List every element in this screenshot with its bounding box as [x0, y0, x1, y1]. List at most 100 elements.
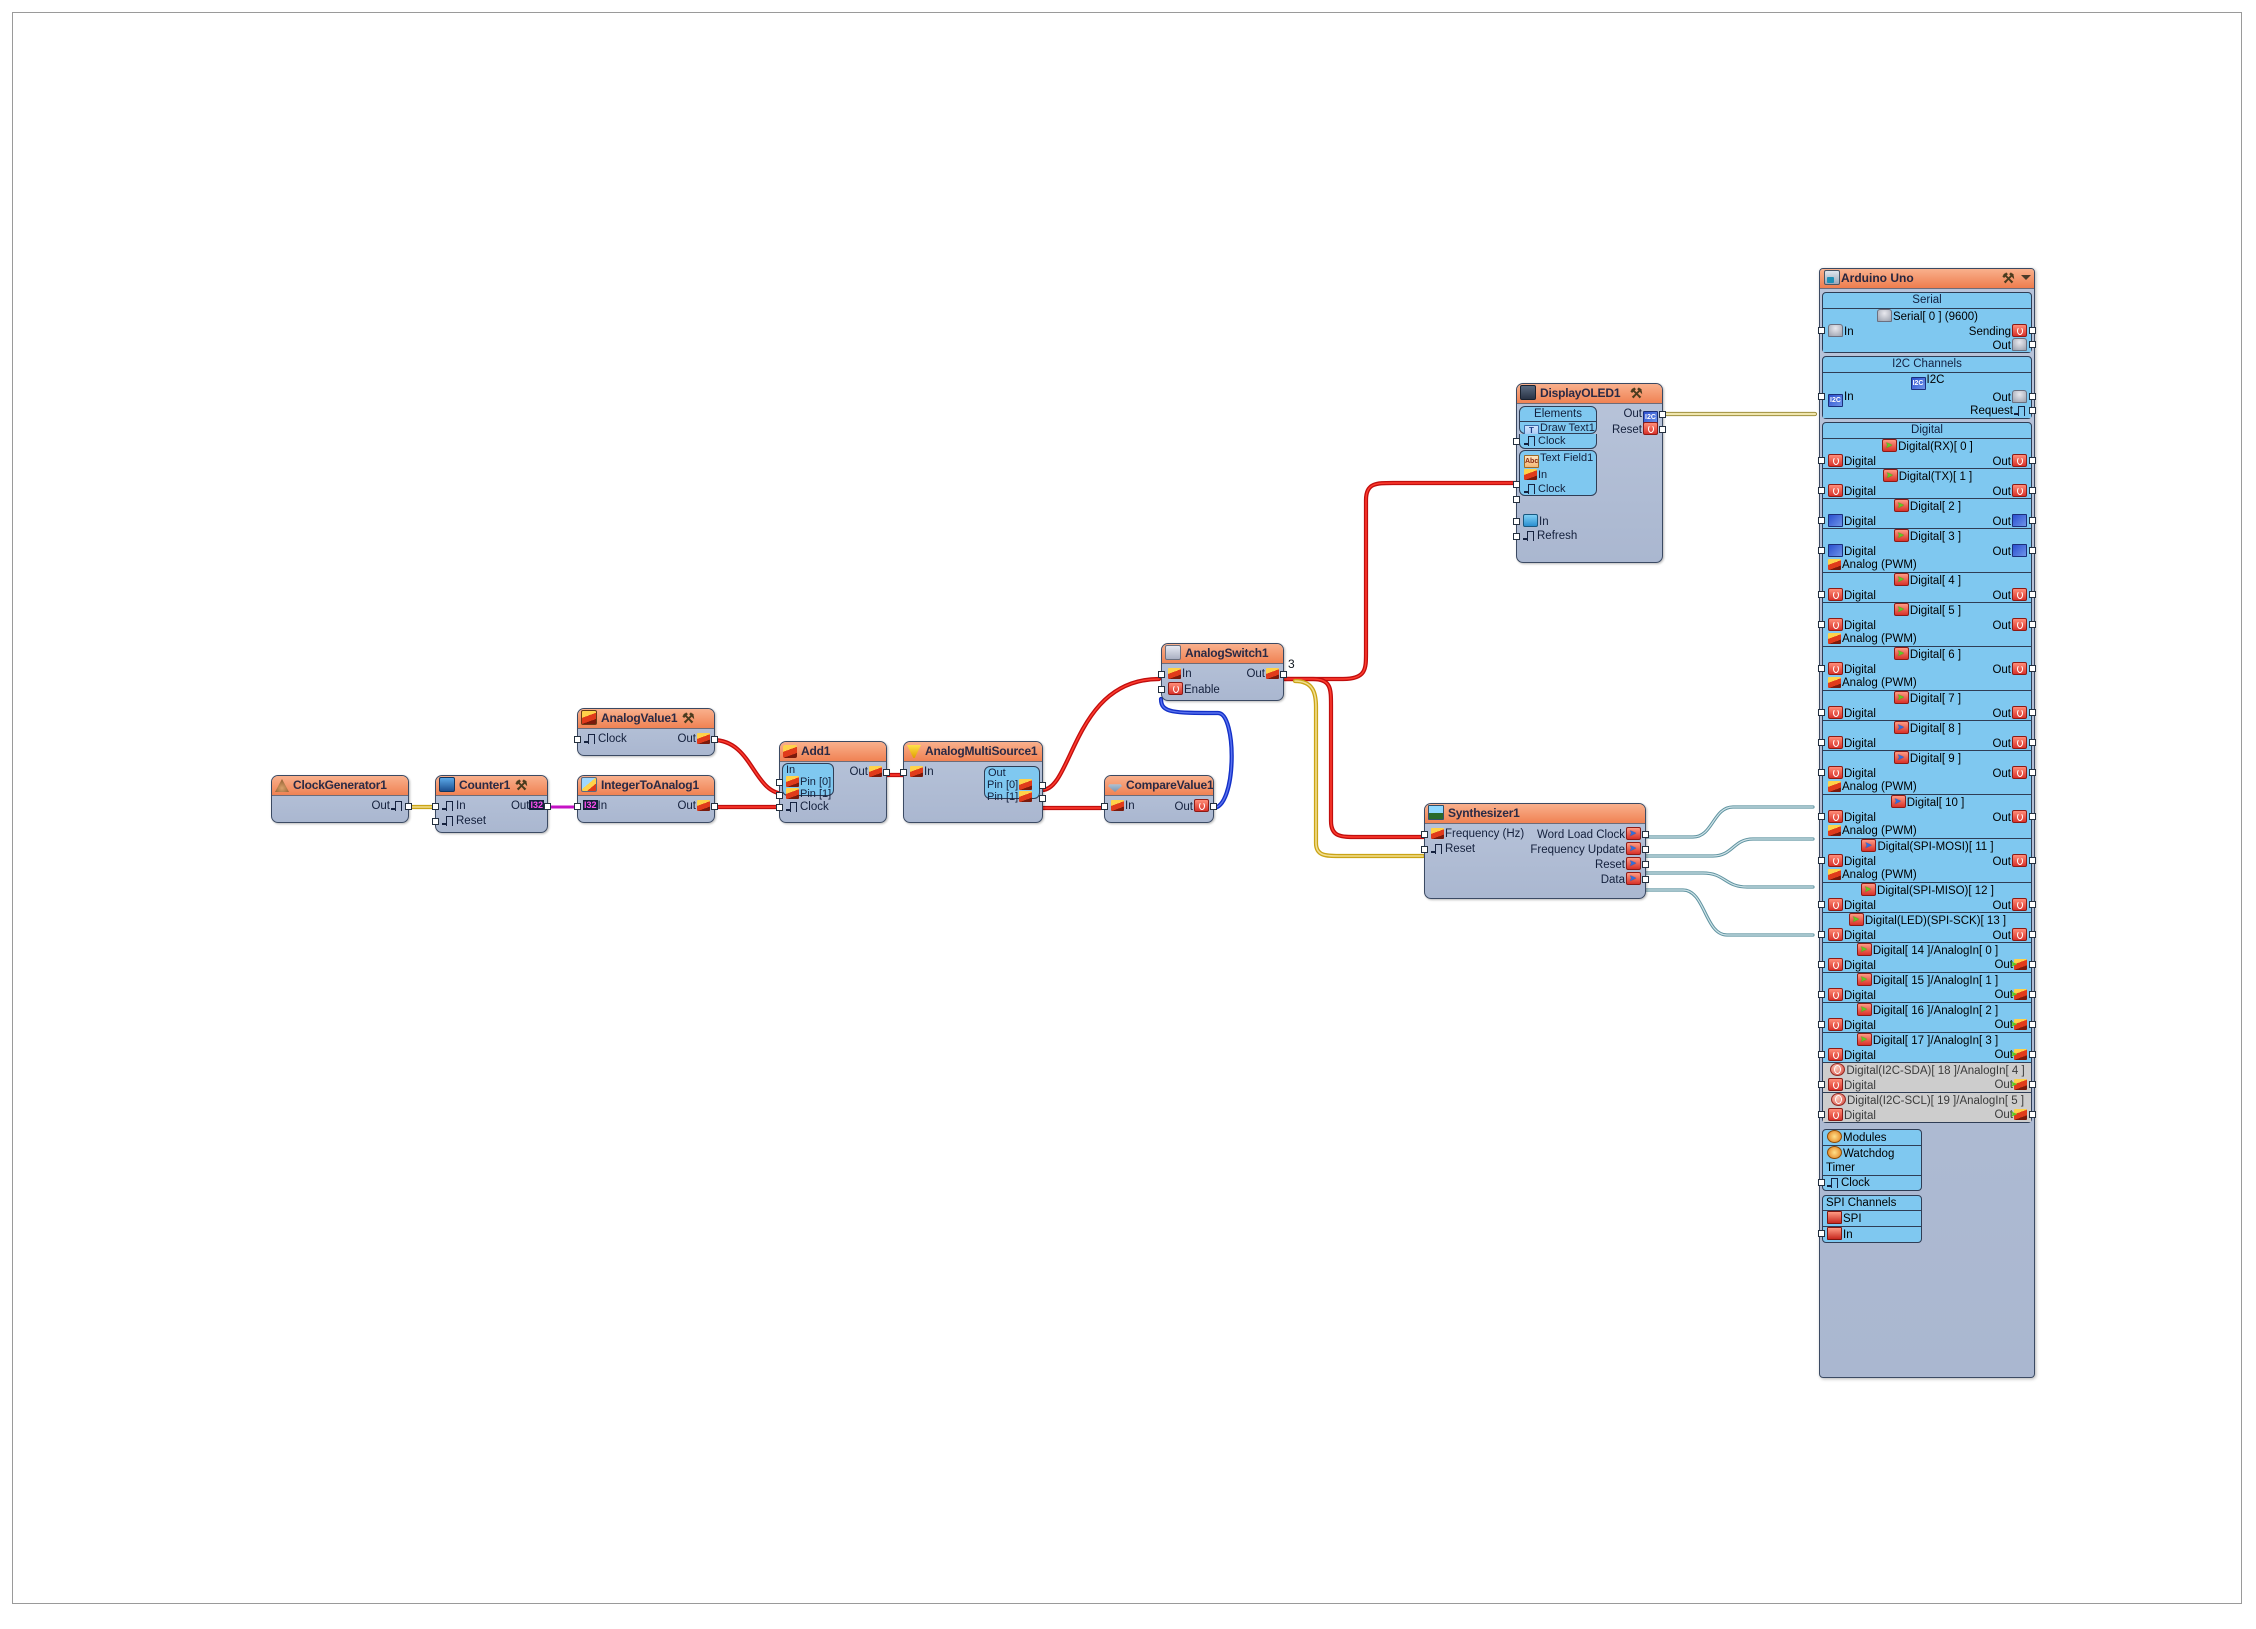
- node-title-bar[interactable]: AnalogSwitch1: [1162, 644, 1283, 664]
- digital-pin-io-row[interactable]: Digital Out: [1818, 484, 2036, 499]
- digital-out-group[interactable]: Out: [1992, 928, 2028, 943]
- digital-pin-io-row[interactable]: Digital Out: [1818, 1077, 2036, 1093]
- digital-out-group[interactable]: Out: [1992, 736, 2028, 751]
- i2c-request-row[interactable]: Request: [1823, 404, 2036, 418]
- digital-in-group[interactable]: Digital: [1827, 618, 1876, 633]
- node-title-bar[interactable]: DisplayOLED1: [1517, 384, 1662, 404]
- serial-in-group[interactable]: In: [1827, 324, 1854, 339]
- digital-pin-io-row[interactable]: Digital Out: [1818, 662, 2036, 677]
- digital-pin-io-row[interactable]: Digital Out: [1818, 544, 2036, 559]
- output-port-out[interactable]: [1659, 411, 1666, 418]
- input-port-pin0[interactable]: [776, 779, 783, 786]
- port-row-textfield-in[interactable]: In: [1520, 468, 1596, 482]
- node-clock-generator[interactable]: ClockGenerator1 Out: [271, 775, 412, 823]
- port-row-in[interactable]: I32In Out: [574, 799, 718, 814]
- wrench-icon[interactable]: [682, 709, 698, 728]
- port-row-reset[interactable]: Reset Frequency Update: [1421, 841, 1649, 857]
- port-row-reset[interactable]: Reset: [432, 814, 547, 829]
- output-port-digital[interactable]: [2029, 813, 2036, 820]
- digital-out-group[interactable]: Out: [1992, 588, 2028, 603]
- port-row-textfield-clock[interactable]: Clock: [1520, 482, 1596, 496]
- input-port-drawtext-clock[interactable]: [1513, 438, 1520, 445]
- digital-pin-io-row[interactable]: Digital Out: [1818, 514, 2036, 529]
- port-out-word-load-clock[interactable]: Word Load Clock: [1537, 826, 1642, 843]
- output-port-i2c-request[interactable]: [2029, 407, 2036, 414]
- i2c-in-row[interactable]: I2C In Out: [1818, 390, 2036, 407]
- input-port-digital[interactable]: [1818, 1081, 1825, 1088]
- node-title-bar[interactable]: Synthesizer1: [1425, 804, 1645, 824]
- port-out-group[interactable]: Out: [677, 799, 711, 814]
- input-port-digital[interactable]: [1818, 961, 1825, 968]
- port-row-pin0[interactable]: Pin [0]: [985, 779, 1039, 791]
- input-port-textfield-in[interactable]: [1513, 481, 1520, 488]
- port-out-group[interactable]: Out: [1174, 799, 1210, 815]
- input-port-digital[interactable]: [1818, 457, 1825, 464]
- spi-channel[interactable]: SPI: [1823, 1210, 1921, 1226]
- serial-out-row[interactable]: Out: [1823, 338, 2036, 353]
- input-port-enable[interactable]: [1158, 686, 1165, 693]
- node-title-bar[interactable]: IntegerToAnalog1: [578, 776, 714, 796]
- digital-out-group[interactable]: Out: [1992, 766, 2028, 781]
- node-arduino-uno[interactable]: Arduino Uno Serial Serial[ 0 ] (9600) In…: [1818, 268, 2036, 1378]
- input-port-spi-in[interactable]: [1818, 1230, 1825, 1237]
- output-port-digital[interactable]: [2029, 591, 2036, 598]
- digital-out-group[interactable]: Out: [1992, 454, 2028, 469]
- wrench-icon[interactable]: [2002, 269, 2018, 288]
- output-port-digital[interactable]: [2029, 961, 2036, 968]
- port-row-clock[interactable]: Clock Out: [574, 732, 718, 747]
- node-counter[interactable]: Counter1 In OutI32 Reset: [432, 775, 551, 833]
- digital-pin-io-row[interactable]: Digital Out: [1818, 588, 2036, 603]
- output-port-pin1[interactable]: [1039, 795, 1046, 802]
- port-row-refresh[interactable]: Refresh: [1513, 529, 1577, 544]
- digital-out-group[interactable]: Out: [1992, 514, 2028, 529]
- input-port-digital[interactable]: [1818, 931, 1825, 938]
- digital-out-group[interactable]: Out: [1994, 1047, 2028, 1062]
- output-port-serial-out[interactable]: [2029, 341, 2036, 348]
- digital-out-group[interactable]: Out: [1994, 1107, 2028, 1122]
- input-port-digital[interactable]: [1818, 1111, 1825, 1118]
- port-row-frequency[interactable]: Frequency (Hz) Word Load Clock: [1421, 826, 1649, 843]
- digital-pin-io-row[interactable]: Digital Out: [1818, 736, 2036, 751]
- node-integer-to-analog[interactable]: IntegerToAnalog1 I32In Out: [574, 775, 718, 823]
- input-port-digital[interactable]: [1818, 621, 1825, 628]
- output-port-digital[interactable]: [2029, 487, 2036, 494]
- digital-out-group[interactable]: Out: [1992, 484, 2028, 499]
- input-port-digital[interactable]: [1818, 739, 1825, 746]
- digital-pin-io-row[interactable]: Digital Out: [1818, 1017, 2036, 1033]
- digital-pin-io-row[interactable]: Digital Out: [1818, 957, 2036, 973]
- digital-in-group[interactable]: Digital: [1827, 544, 1876, 559]
- input-port-refresh[interactable]: [1513, 533, 1520, 540]
- input-port-reset[interactable]: [1421, 846, 1428, 853]
- digital-out-group[interactable]: Out: [1992, 898, 2028, 913]
- port-row-enable[interactable]: Enable: [1158, 682, 1283, 697]
- output-port-digital[interactable]: [2029, 901, 2036, 908]
- digital-in-group[interactable]: Digital: [1827, 1018, 1876, 1033]
- digital-in-group[interactable]: Digital: [1827, 662, 1876, 677]
- digital-in-group[interactable]: Digital: [1827, 1078, 1876, 1093]
- digital-out-group[interactable]: Out: [1992, 854, 2028, 869]
- arduino-title-bar[interactable]: Arduino Uno: [1820, 269, 2034, 289]
- port-row-data[interactable]: Data: [1425, 871, 1649, 887]
- serial-sending-group[interactable]: Sending: [1969, 324, 2028, 339]
- digital-in-group[interactable]: Digital: [1827, 988, 1876, 1003]
- digital-in-group[interactable]: Digital: [1827, 958, 1876, 973]
- port-row-out[interactable]: Out I2C: [1514, 407, 1666, 424]
- serial-in-row[interactable]: In Sending: [1818, 324, 2036, 339]
- node-title-bar[interactable]: AnalogMultiSource1: [904, 742, 1042, 762]
- digital-in-group[interactable]: Digital: [1827, 810, 1876, 825]
- node-title-bar[interactable]: CompareValue1: [1105, 776, 1213, 796]
- digital-in-group[interactable]: Digital: [1827, 1108, 1876, 1123]
- output-port-digital[interactable]: [2029, 709, 2036, 716]
- output-port-out[interactable]: [544, 803, 551, 810]
- digital-in-group[interactable]: Digital: [1827, 514, 1876, 529]
- port-row-in[interactable]: In: [1513, 514, 1549, 529]
- input-port-digital[interactable]: [1818, 1021, 1825, 1028]
- output-port-frequency-update[interactable]: [1642, 846, 1649, 853]
- input-port-digital[interactable]: [1818, 517, 1825, 524]
- output-port-digital[interactable]: [2029, 1051, 2036, 1058]
- digital-out-group[interactable]: Out: [1992, 544, 2028, 559]
- digital-out-group[interactable]: Out: [1992, 810, 2028, 825]
- digital-in-group[interactable]: Digital: [1827, 1048, 1876, 1063]
- digital-in-group[interactable]: Digital: [1827, 706, 1876, 721]
- serial-out-group[interactable]: Out: [1992, 338, 2028, 353]
